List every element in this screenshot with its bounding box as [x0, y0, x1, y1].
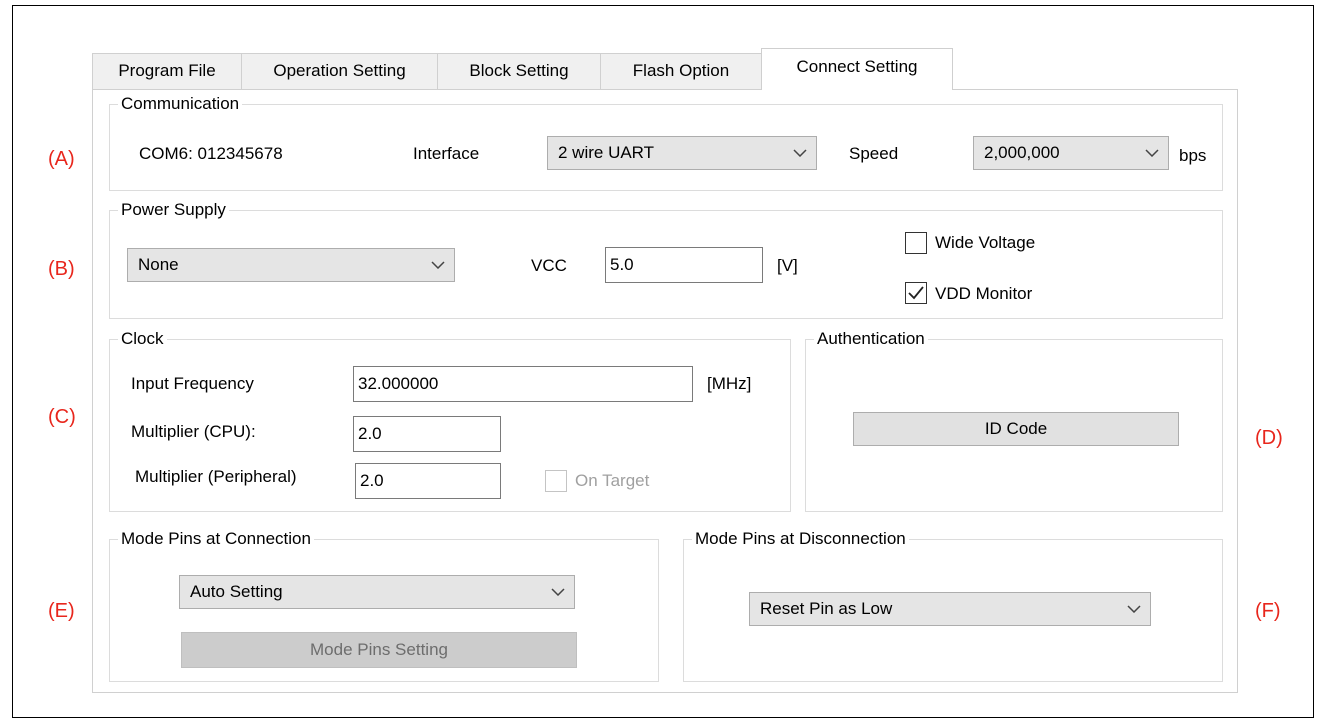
- speed-unit: bps: [1179, 146, 1207, 165]
- input-frequency-label: Input Frequency: [131, 374, 254, 393]
- vcc-input[interactable]: [605, 247, 763, 283]
- chevron-down-icon: [792, 137, 808, 169]
- mode-pins-connection-value: Auto Setting: [190, 582, 283, 601]
- marker-e: (E): [48, 600, 75, 622]
- communication-legend: Communication: [121, 94, 240, 113]
- com-port-label: COM6: 012345678: [139, 144, 283, 163]
- mode-pins-connection-legend: Mode Pins at Connection: [121, 529, 311, 548]
- chevron-down-icon: [1144, 137, 1160, 169]
- clock-legend: Clock: [121, 329, 164, 348]
- multiplier-cpu-input[interactable]: [353, 416, 501, 452]
- vdd-monitor-label: VDD Monitor: [935, 284, 1033, 303]
- power-supply-value: None: [138, 255, 179, 274]
- vdd-monitor-checkbox[interactable]: [905, 282, 927, 304]
- id-code-button[interactable]: ID Code: [853, 412, 1179, 446]
- mode-pins-disconnection-legend: Mode Pins at Disconnection: [695, 529, 906, 548]
- tab-block-setting[interactable]: Block Setting: [437, 53, 601, 89]
- speed-select[interactable]: 2,000,000: [973, 136, 1169, 170]
- chevron-down-icon: [1126, 593, 1142, 625]
- on-target-label: On Target: [575, 471, 650, 490]
- interface-value: 2 wire UART: [558, 143, 655, 162]
- marker-b: (B): [48, 258, 75, 280]
- multiplier-peripheral-label: Multiplier (Peripheral): [135, 467, 297, 486]
- tab-connect-setting[interactable]: Connect Setting: [761, 48, 953, 90]
- wide-voltage-checkbox[interactable]: [905, 232, 927, 254]
- speed-value: 2,000,000: [984, 143, 1060, 162]
- interface-select[interactable]: 2 wire UART: [547, 136, 817, 170]
- checkmark-icon: [908, 286, 924, 300]
- tab-flash-option[interactable]: Flash Option: [600, 53, 762, 89]
- marker-f: (F): [1255, 600, 1281, 622]
- chevron-down-icon: [550, 576, 566, 608]
- mode-pins-connection-select[interactable]: Auto Setting: [179, 575, 575, 609]
- tab-program-file[interactable]: Program File: [92, 53, 242, 89]
- mode-pins-disconnection-value: Reset Pin as Low: [760, 599, 893, 618]
- authentication-legend: Authentication: [817, 329, 925, 348]
- multiplier-cpu-label: Multiplier (CPU):: [131, 422, 256, 441]
- mode-pins-setting-button[interactable]: Mode Pins Setting: [181, 632, 577, 668]
- input-frequency-input[interactable]: [353, 366, 693, 402]
- wide-voltage-label: Wide Voltage: [935, 233, 1036, 252]
- tab-operation-setting[interactable]: Operation Setting: [241, 53, 438, 89]
- chevron-down-icon: [430, 249, 446, 281]
- mode-pins-disconnection-select[interactable]: Reset Pin as Low: [749, 592, 1151, 626]
- on-target-checkbox[interactable]: [545, 470, 567, 492]
- power-supply-select[interactable]: None: [127, 248, 455, 282]
- input-frequency-unit: [MHz]: [707, 374, 752, 393]
- marker-d: (D): [1255, 427, 1283, 449]
- marker-c: (C): [48, 406, 76, 428]
- marker-a: (A): [48, 148, 75, 170]
- vcc-unit: [V]: [777, 256, 798, 275]
- vcc-label: VCC: [531, 256, 567, 275]
- speed-label: Speed: [849, 144, 899, 163]
- power-supply-legend: Power Supply: [121, 200, 226, 219]
- connect-setting-panel: Communication COM6: 012345678 Interface …: [92, 89, 1238, 693]
- interface-label: Interface: [413, 144, 480, 163]
- multiplier-peripheral-input[interactable]: [355, 463, 501, 499]
